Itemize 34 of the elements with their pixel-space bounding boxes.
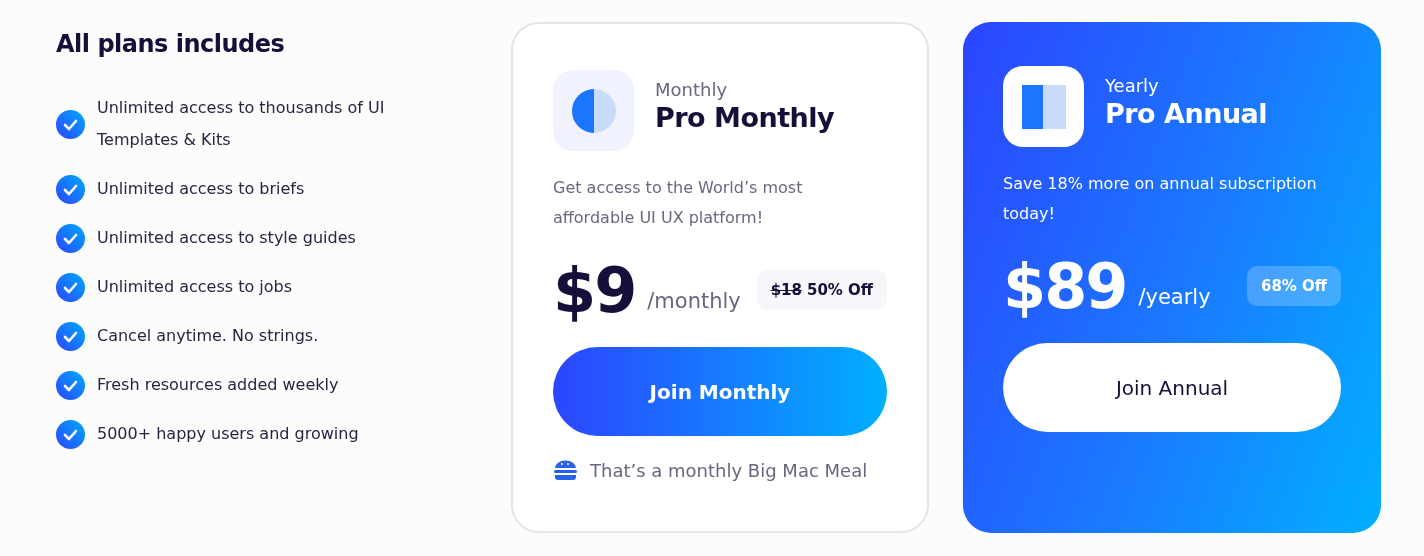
plan-description: Save 18% more on annual subscription today!: [1003, 173, 1318, 225]
feature-text: Cancel anytime. No strings.: [97, 325, 319, 347]
plan-name: Pro Monthly: [655, 101, 835, 133]
price: $9: [553, 253, 636, 327]
check-icon: [56, 321, 85, 351]
feature-text: 5000+ happy users and growing: [97, 423, 359, 445]
discount-text: 68% Off: [1260, 277, 1327, 295]
old-price: $18: [770, 281, 802, 299]
check-icon: [56, 109, 85, 139]
plan-period: Monthly: [655, 78, 728, 100]
plan-period: Yearly: [1105, 74, 1159, 96]
feature-text: Fresh resources added weekly: [97, 374, 339, 396]
join-button[interactable]: Join Monthly: [553, 347, 887, 436]
price-period: /yearly: [1138, 285, 1211, 309]
feature-text: Unlimited access to thousands of UI Templates & Kits: [97, 97, 386, 151]
check-icon: [56, 223, 85, 253]
check-icon: [56, 174, 85, 204]
feature-text: Unlimited access to style guides: [97, 227, 356, 249]
plan-note: That’s a monthly Big Mac Meal: [590, 460, 868, 481]
discount-text: 50% Off: [806, 281, 873, 299]
half-square-icon: [1021, 84, 1066, 129]
feature-text: Unlimited access to jobs: [97, 276, 292, 298]
plan-name: Pro Annual: [1105, 97, 1268, 129]
price: $89: [1003, 249, 1127, 323]
check-icon: [56, 370, 85, 400]
check-icon: [56, 419, 85, 449]
feature-text: Unlimited access to briefs: [97, 178, 305, 200]
price-period: /monthly: [647, 289, 741, 313]
join-button[interactable]: Join Annual: [1003, 343, 1341, 432]
features-title: All plans includes: [56, 30, 285, 58]
plan-description: Get access to the World’s most affordable UI UX platform!: [553, 177, 804, 229]
burger-icon: [553, 460, 578, 481]
check-icon: [56, 272, 85, 302]
half-circle-icon: [571, 88, 616, 133]
